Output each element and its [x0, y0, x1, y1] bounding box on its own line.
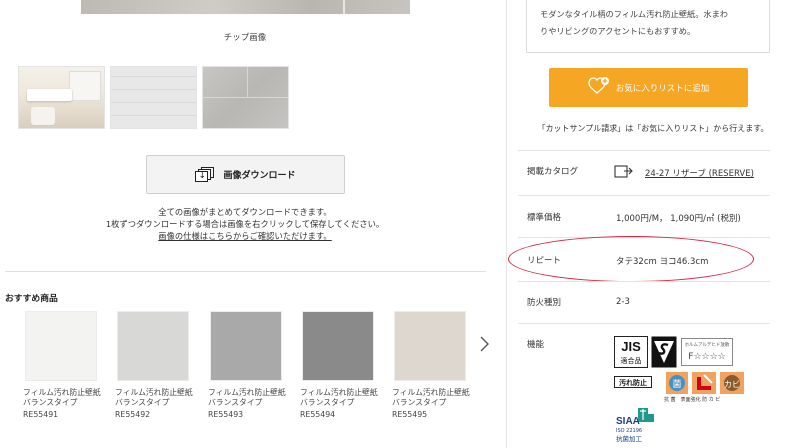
product-swatch[interactable] — [210, 311, 282, 381]
recommended-item[interactable]: フィルム汚れ防止壁紙 バランスタイプ RE55494 — [300, 311, 378, 419]
product-name-line2: バランスタイプ — [300, 398, 355, 407]
jis-sub-text: 適合品 — [621, 356, 642, 365]
image-download-button[interactable]: ↓ 画像ダウンロード — [146, 155, 345, 194]
f-star-badge: ホルムアルデヒド放散 F☆☆☆☆ — [681, 338, 733, 369]
repeat-value: タテ32cm ヨコ46.3cm — [616, 257, 709, 267]
product-swatch[interactable] — [117, 311, 189, 381]
section-divider — [5, 271, 486, 272]
jis-text: JIS — [621, 339, 641, 354]
thumbnail-texture-light[interactable] — [110, 66, 197, 129]
product-code: RE55492 — [115, 410, 151, 419]
column-divider — [506, 0, 507, 448]
product-name-line1: フィルム汚れ防止壁紙 — [115, 388, 193, 397]
add-to-favorites-label: お気に入りリストに追加 — [615, 83, 710, 94]
recommended-item[interactable]: フィルム汚れ防止壁紙 バランスタイプ RE55491 — [23, 311, 101, 419]
mold-resistant-icon: カビ — [720, 372, 744, 397]
product-swatch[interactable] — [25, 311, 97, 381]
spec-divider — [518, 281, 770, 282]
product-code: RE55495 — [392, 410, 428, 419]
antibacterial-icon: 菌 — [666, 372, 688, 397]
product-name-line2: バランスタイプ — [208, 398, 263, 407]
recommended-title: おすすめ商品 — [5, 294, 58, 304]
image-download-label: 画像ダウンロード — [223, 171, 296, 181]
product-code: RE55491 — [23, 410, 59, 419]
stain-proof-badge: 汚れ防止 — [614, 376, 652, 391]
chevron-right-icon[interactable] — [477, 333, 491, 355]
product-swatch[interactable] — [394, 311, 466, 381]
catalog-label: 掲載カタログ — [527, 167, 579, 177]
product-code: RE55493 — [208, 410, 244, 419]
description-line2: りやリビングのアクセントにもおすすめ。 — [540, 26, 696, 36]
product-name-line2: バランスタイプ — [115, 398, 170, 407]
repeat-label: リピート — [527, 256, 562, 266]
siaa-bottom-text: 抗菌加工 — [616, 434, 643, 443]
siaa-text: SIAA — [616, 416, 640, 427]
thumbnail-texture-gray[interactable] — [202, 66, 289, 129]
product-name-line1: フィルム汚れ防止壁紙 — [208, 388, 286, 397]
stain-proof-text: 汚れ防止 — [619, 378, 647, 387]
spec-divider — [518, 195, 770, 196]
image-spec-link[interactable]: 画像の仕様はこちらからご確認いただけます。 — [158, 231, 331, 241]
download-note-line1: 全ての画像がまとめてダウンロードできます。 — [158, 207, 332, 217]
recommended-item[interactable]: フィルム汚れ防止壁紙 バランスタイプ RE55493 — [208, 311, 286, 419]
download-note-line2: 1枚ずつダウンロードする場合は画像を右クリックして保存してください。 — [105, 219, 385, 229]
siaa-iso-text: ISO 22196 — [616, 428, 642, 434]
product-name-line1: フィルム汚れ防止壁紙 — [23, 388, 101, 397]
svg-text:カビ: カビ — [724, 380, 740, 389]
download-images-icon: ↓ — [195, 166, 215, 183]
jis-badge: JIS 適合品 — [614, 336, 648, 371]
main-product-image[interactable] — [81, 0, 410, 14]
chip-image-caption: チップ画像 — [223, 33, 267, 43]
product-name-line2: バランスタイプ — [23, 398, 78, 407]
siaa-badge: SIAA ISO 22196 抗菌加工 — [614, 406, 656, 448]
recommended-item[interactable]: フィルム汚れ防止壁紙 バランスタイプ RE55495 — [392, 311, 470, 419]
add-to-favorites-button[interactable]: お気に入りリストに追加 — [549, 68, 748, 107]
product-swatch[interactable] — [302, 311, 374, 381]
svg-text:菌: 菌 — [672, 378, 681, 390]
product-name-line2: バランスタイプ — [392, 398, 447, 407]
cut-sample-note: 「カットサンプル請求」は「お気に入りリスト」から行えます。 — [537, 124, 769, 133]
description-line1: モダンなタイル柄のフィルム汚れ防止壁紙。水まわ — [540, 9, 728, 19]
product-code: RE55494 — [300, 410, 336, 419]
fire-class-value: 2-3 — [616, 297, 630, 307]
recommended-item[interactable]: フィルム汚れ防止壁紙 バランスタイプ RE55492 — [115, 311, 193, 419]
product-name-line1: フィルム汚れ防止壁紙 — [300, 388, 378, 397]
catalog-icon — [614, 164, 634, 179]
fire-class-label: 防火種別 — [527, 298, 562, 308]
surface-strength-icon — [692, 372, 716, 397]
price-value: 1,000円/M， 1,090円/㎡ (税別) — [616, 214, 741, 224]
heart-plus-icon — [588, 77, 610, 98]
f-star-small-text: ホルムアルデヒド放散 — [685, 341, 730, 348]
function-icon-labels: 抗 菌 表面強化 防 カ ビ — [664, 397, 721, 403]
product-description: モダンなタイル柄のフィルム汚れ防止壁紙。水まわ りやリビングのアクセントにもおす… — [526, 0, 770, 53]
f-star-text: F☆☆☆☆ — [688, 352, 725, 362]
spec-divider — [518, 323, 770, 324]
spec-divider — [518, 150, 770, 151]
function-label: 機能 — [527, 340, 545, 350]
catalog-link[interactable]: 24-27 リザーブ (RESERVE) — [645, 169, 754, 179]
thumbnail-interior[interactable] — [18, 66, 105, 129]
s-mark-icon — [651, 336, 677, 371]
price-label: 標準価格 — [527, 213, 562, 223]
product-name-line1: フィルム汚れ防止壁紙 — [392, 388, 470, 397]
